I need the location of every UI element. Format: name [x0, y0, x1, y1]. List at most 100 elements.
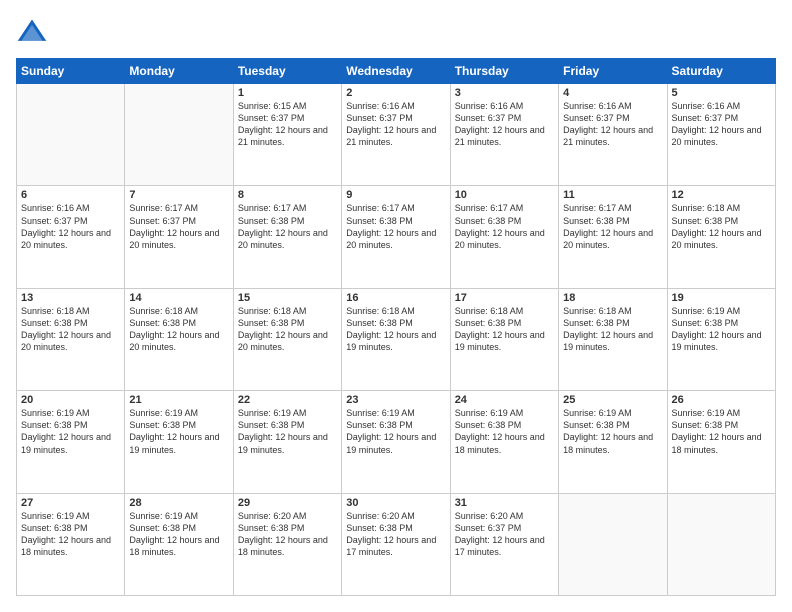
- day-info: Sunrise: 6:18 AM Sunset: 6:38 PM Dayligh…: [563, 305, 662, 354]
- calendar-week-1: 1Sunrise: 6:15 AM Sunset: 6:37 PM Daylig…: [17, 84, 776, 186]
- day-number: 4: [563, 87, 662, 99]
- day-info: Sunrise: 6:18 AM Sunset: 6:38 PM Dayligh…: [129, 305, 228, 354]
- day-info: Sunrise: 6:19 AM Sunset: 6:38 PM Dayligh…: [129, 510, 228, 559]
- calendar-week-5: 27 Sunrise: 6:19 AM Sunset: 6:38 PM Dayli…: [17, 493, 776, 595]
- calendar-week-2: 6Sunrise: 6:16 AM Sunset: 6:37 PM Daylig…: [17, 186, 776, 288]
- calendar-cell: 6Sunrise: 6:16 AM Sunset: 6:37 PM Daylig…: [17, 186, 125, 288]
- day-number: 16: [346, 292, 445, 304]
- weekday-header-wednesday: Wednesday: [342, 59, 450, 84]
- day-number: 29: [238, 497, 337, 509]
- day-number: 20: [21, 394, 120, 406]
- calendar-cell: 7Sunrise: 6:17 AM Sunset: 6:37 PM Daylig…: [125, 186, 233, 288]
- day-number: 14: [129, 292, 228, 304]
- day-info: Sunrise: 6:18 AM Sunset: 6:38 PM Dayligh…: [238, 305, 337, 354]
- weekday-header-sunday: Sunday: [17, 59, 125, 84]
- day-number: 18: [563, 292, 662, 304]
- day-number: 31: [455, 497, 554, 509]
- day-info: Sunrise: 6:15 AM Sunset: 6:37 PM Dayligh…: [238, 100, 337, 149]
- day-number: 15: [238, 292, 337, 304]
- calendar-cell: 4Sunrise: 6:16 AM Sunset: 6:37 PM Daylig…: [559, 84, 667, 186]
- header: [16, 16, 776, 48]
- weekday-header-thursday: Thursday: [450, 59, 558, 84]
- day-info: Sunrise: 6:19 AM Sunset: 6:38 PM Dayligh…: [455, 407, 554, 456]
- calendar-cell: 13Sunrise: 6:18 AM Sunset: 6:38 PM Dayli…: [17, 288, 125, 390]
- day-number: 27: [21, 497, 120, 509]
- calendar-cell: [559, 493, 667, 595]
- day-number: 3: [455, 87, 554, 99]
- calendar-cell: 15Sunrise: 6:18 AM Sunset: 6:38 PM Dayli…: [233, 288, 341, 390]
- day-info: Sunrise: 6:20 AM Sunset: 6:38 PM Dayligh…: [346, 510, 445, 559]
- calendar-cell: 28Sunrise: 6:19 AM Sunset: 6:38 PM Dayli…: [125, 493, 233, 595]
- day-info: Sunrise: 6:19 AM Sunset: 6:38 PM Dayligh…: [129, 407, 228, 456]
- weekday-header-friday: Friday: [559, 59, 667, 84]
- day-info: Sunrise: 6:16 AM Sunset: 6:37 PM Dayligh…: [563, 100, 662, 149]
- day-number: 1: [238, 87, 337, 99]
- weekday-header-monday: Monday: [125, 59, 233, 84]
- day-number: 2: [346, 87, 445, 99]
- day-number: 6: [21, 189, 120, 201]
- day-number: 28: [129, 497, 228, 509]
- calendar-cell: 11Sunrise: 6:17 AM Sunset: 6:38 PM Dayli…: [559, 186, 667, 288]
- calendar-cell: 21Sunrise: 6:19 AM Sunset: 6:38 PM Dayli…: [125, 391, 233, 493]
- day-number: 19: [672, 292, 771, 304]
- calendar-cell: [17, 84, 125, 186]
- calendar-cell: 12Sunrise: 6:18 AM Sunset: 6:38 PM Dayli…: [667, 186, 775, 288]
- day-number: 9: [346, 189, 445, 201]
- weekday-header-saturday: Saturday: [667, 59, 775, 84]
- day-info: Sunrise: 6:16 AM Sunset: 6:37 PM Dayligh…: [455, 100, 554, 149]
- day-info: Sunrise: 6:20 AM Sunset: 6:38 PM Dayligh…: [238, 510, 337, 559]
- calendar-cell: 22Sunrise: 6:19 AM Sunset: 6:38 PM Dayli…: [233, 391, 341, 493]
- day-info: Sunrise: 6:17 AM Sunset: 6:37 PM Dayligh…: [129, 202, 228, 251]
- logo: [16, 16, 52, 48]
- day-number: 13: [21, 292, 120, 304]
- calendar-cell: 3Sunrise: 6:16 AM Sunset: 6:37 PM Daylig…: [450, 84, 558, 186]
- weekday-header-tuesday: Tuesday: [233, 59, 341, 84]
- calendar-cell: [125, 84, 233, 186]
- day-number: 22: [238, 394, 337, 406]
- day-info: Sunrise: 6:18 AM Sunset: 6:38 PM Dayligh…: [455, 305, 554, 354]
- calendar-cell: 8Sunrise: 6:17 AM Sunset: 6:38 PM Daylig…: [233, 186, 341, 288]
- calendar-cell: 9Sunrise: 6:17 AM Sunset: 6:38 PM Daylig…: [342, 186, 450, 288]
- day-info: Sunrise: 6:19 AM Sunset: 6:38 PM Dayligh…: [238, 407, 337, 456]
- day-info: Sunrise: 6:19 AM Sunset: 6:38 PM Dayligh…: [672, 305, 771, 354]
- day-number: 24: [455, 394, 554, 406]
- calendar-cell: 24Sunrise: 6:19 AM Sunset: 6:38 PM Dayli…: [450, 391, 558, 493]
- calendar-cell: 27Sunrise: 6:19 AM Sunset: 6:38 PM Dayli…: [17, 493, 125, 595]
- calendar-cell: 2Sunrise: 6:16 AM Sunset: 6:37 PM Daylig…: [342, 84, 450, 186]
- calendar-cell: 14Sunrise: 6:18 AM Sunset: 6:38 PM Dayli…: [125, 288, 233, 390]
- calendar-week-4: 20Sunrise: 6:19 AM Sunset: 6:38 PM Dayli…: [17, 391, 776, 493]
- day-info: Sunrise: 6:19 AM Sunset: 6:38 PM Dayligh…: [563, 407, 662, 456]
- calendar-cell: 26Sunrise: 6:19 AM Sunset: 6:38 PM Dayli…: [667, 391, 775, 493]
- day-info: Sunrise: 6:17 AM Sunset: 6:38 PM Dayligh…: [563, 202, 662, 251]
- calendar-cell: 20Sunrise: 6:19 AM Sunset: 6:38 PM Dayli…: [17, 391, 125, 493]
- calendar-table: SundayMondayTuesdayWednesdayThursdayFrid…: [16, 58, 776, 596]
- logo-icon: [16, 16, 48, 48]
- calendar-cell: 25Sunrise: 6:19 AM Sunset: 6:38 PM Dayli…: [559, 391, 667, 493]
- calendar-cell: 19Sunrise: 6:19 AM Sunset: 6:38 PM Dayli…: [667, 288, 775, 390]
- day-number: 23: [346, 394, 445, 406]
- calendar-cell: 18Sunrise: 6:18 AM Sunset: 6:38 PM Dayli…: [559, 288, 667, 390]
- day-number: 21: [129, 394, 228, 406]
- day-number: 10: [455, 189, 554, 201]
- day-number: 7: [129, 189, 228, 201]
- calendar-cell: 10Sunrise: 6:17 AM Sunset: 6:38 PM Dayli…: [450, 186, 558, 288]
- page: SundayMondayTuesdayWednesdayThursdayFrid…: [0, 0, 792, 612]
- day-number: 12: [672, 189, 771, 201]
- day-number: 25: [563, 394, 662, 406]
- day-info: Sunrise: 6:17 AM Sunset: 6:38 PM Dayligh…: [238, 202, 337, 251]
- day-number: 17: [455, 292, 554, 304]
- calendar-cell: 16Sunrise: 6:18 AM Sunset: 6:38 PM Dayli…: [342, 288, 450, 390]
- day-info: Sunrise: 6:16 AM Sunset: 6:37 PM Dayligh…: [672, 100, 771, 149]
- day-number: 5: [672, 87, 771, 99]
- day-info: Sunrise: 6:18 AM Sunset: 6:38 PM Dayligh…: [346, 305, 445, 354]
- weekday-header-row: SundayMondayTuesdayWednesdayThursdayFrid…: [17, 59, 776, 84]
- day-info: Sunrise: 6:16 AM Sunset: 6:37 PM Dayligh…: [21, 202, 120, 251]
- calendar-cell: 23Sunrise: 6:19 AM Sunset: 6:38 PM Dayli…: [342, 391, 450, 493]
- calendar-cell: 29Sunrise: 6:20 AM Sunset: 6:38 PM Dayli…: [233, 493, 341, 595]
- day-info: Sunrise: 6:20 AM Sunset: 6:37 PM Dayligh…: [455, 510, 554, 559]
- calendar-cell: 1Sunrise: 6:15 AM Sunset: 6:37 PM Daylig…: [233, 84, 341, 186]
- calendar-cell: 17Sunrise: 6:18 AM Sunset: 6:38 PM Dayli…: [450, 288, 558, 390]
- day-number: 8: [238, 189, 337, 201]
- calendar-cell: 31Sunrise: 6:20 AM Sunset: 6:37 PM Dayli…: [450, 493, 558, 595]
- day-info: Sunrise: 6:19 AM Sunset: 6:38 PM Dayligh…: [21, 407, 120, 456]
